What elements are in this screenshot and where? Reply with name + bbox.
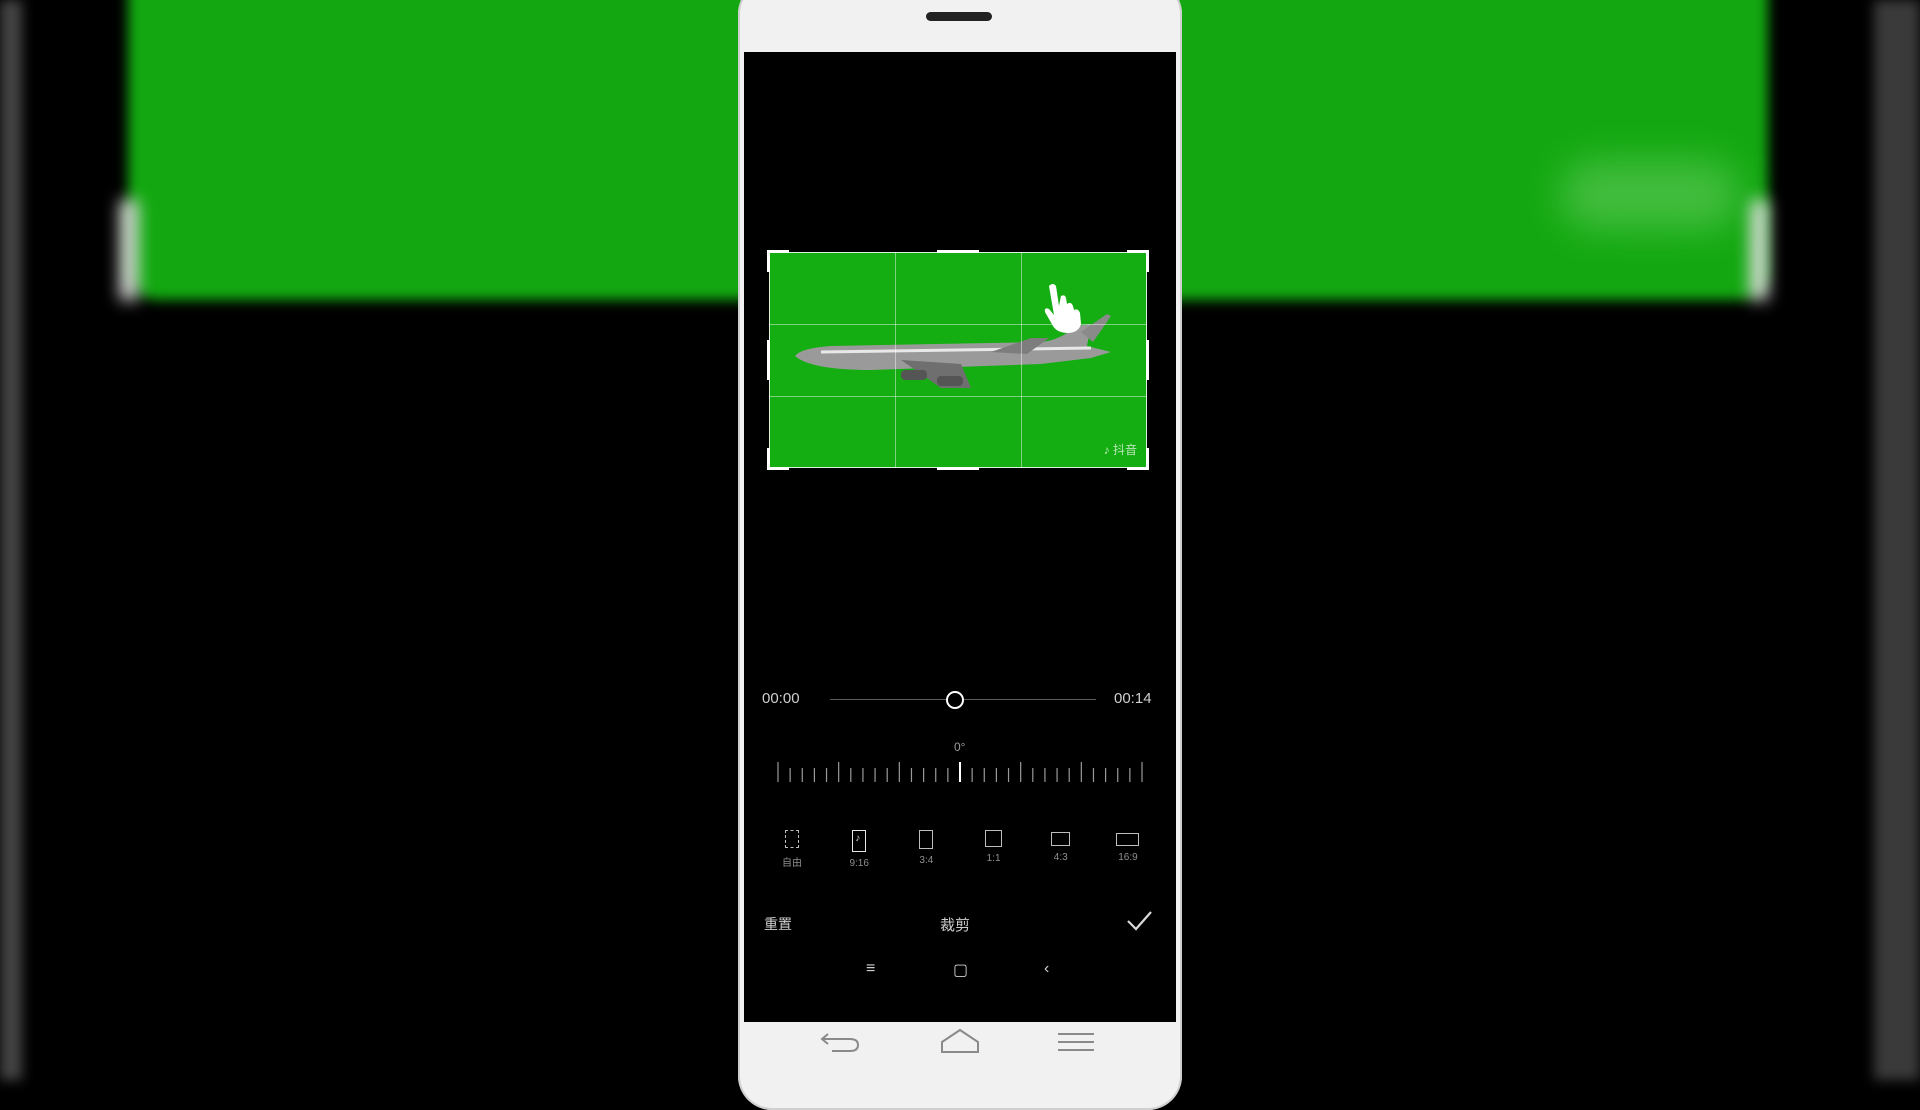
crop-area[interactable]: ♪ 抖音 [767,250,1149,470]
check-icon[interactable] [1124,908,1154,934]
crop-handle-right[interactable] [1146,340,1149,380]
crop-border [769,252,1147,468]
crop-handle-top-right[interactable] [1146,250,1149,272]
timeline-end-time: 00:14 [1114,690,1152,707]
timeline-scrubber[interactable] [946,691,965,709]
background-frame-left [0,0,22,1080]
background-bar-left [120,200,138,300]
background-bar-right [1750,200,1768,300]
background-frame-right [1874,0,1920,1080]
tiktok-ratio-icon: ♪ [852,830,867,852]
hardware-home-icon[interactable] [938,1028,982,1054]
crop-handle-bottom-right[interactable] [1146,448,1149,470]
ratio-label: 3:4 [919,855,934,866]
phone-device: ♪ 抖音 00:00 00:14 0° 自由 ♪ 9:16 3:4 1:1 4:… [738,0,1182,1110]
ratio-label: 4:3 [1053,852,1068,863]
crop-handle-top-left[interactable] [767,250,789,253]
nav-menu-icon[interactable]: ≡ [866,960,875,978]
ratio-option-9-16[interactable]: ♪ 9:16 [831,830,887,880]
crop-title: 裁剪 [940,917,971,934]
crop-handle-top[interactable] [937,250,979,253]
free-ratio-icon [785,830,799,848]
ratio-3-4-icon [919,830,934,849]
rotation-ruler[interactable] [774,760,1146,784]
phone-speaker [926,12,992,21]
ratio-16-9-icon [1116,833,1140,846]
crop-handle-bottom[interactable] [937,467,979,470]
hardware-menu-icon[interactable] [1054,1028,1098,1054]
aspect-ratio-bar: 自由 ♪ 9:16 3:4 1:1 4:3 16:9 [764,830,1156,880]
nav-back-icon[interactable]: ‹ [1044,960,1049,978]
crop-handle-left[interactable] [767,340,770,380]
ratio-label: 1:1 [986,853,1001,864]
ratio-label: 16:9 [1118,852,1138,863]
ratio-option-4-3[interactable]: 4:3 [1033,830,1089,880]
ratio-label: 9:16 [849,858,869,869]
ratio-label: 自由 [782,858,802,869]
timeline-start-time: 00:00 [762,690,800,707]
rotation-value: 0° [954,740,966,754]
crop-handle-bottom-left[interactable] [767,467,789,470]
ratio-option-free[interactable]: 自由 [764,830,820,880]
nav-home-icon[interactable]: ▢ [953,960,968,980]
crop-handle-bottom-left[interactable] [767,448,770,470]
crop-handle-top-left[interactable] [767,250,770,272]
ratio-4-3-icon [1051,832,1071,846]
hardware-back-icon[interactable] [818,1028,862,1054]
ratio-option-16-9[interactable]: 16:9 [1100,830,1156,880]
ratio-option-3-4[interactable]: 3:4 [898,830,954,880]
phone-screen: ♪ 抖音 00:00 00:14 0° 自由 ♪ 9:16 3:4 1:1 4:… [744,52,1176,1022]
background-watermark-blur [1560,160,1740,230]
ratio-1-1-icon [985,830,1003,847]
reset-button[interactable]: 重置 [764,914,792,934]
ratio-option-1-1[interactable]: 1:1 [966,830,1022,880]
